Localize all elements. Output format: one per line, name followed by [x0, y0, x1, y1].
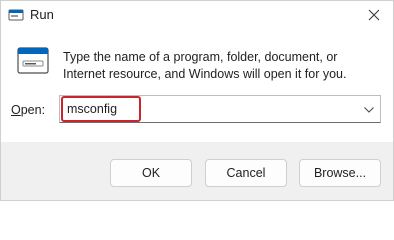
open-combobox[interactable] [59, 95, 381, 123]
window-title: Run [30, 7, 54, 22]
title-bar[interactable]: Run [1, 1, 393, 31]
close-button[interactable] [359, 2, 389, 28]
run-app-icon [8, 7, 24, 23]
dialog-description: Type the name of a program, folder, docu… [63, 50, 347, 81]
close-icon [368, 9, 380, 21]
open-label: Open: [11, 103, 45, 117]
open-label-text: pen: [20, 103, 46, 117]
ok-button[interactable]: OK [110, 159, 192, 187]
cancel-button[interactable]: Cancel [205, 159, 287, 187]
chevron-down-icon [364, 100, 374, 118]
open-input[interactable] [64, 98, 355, 120]
run-dialog-icon [17, 46, 51, 76]
run-dialog: Run Type the name of a program, folder, … [0, 0, 394, 201]
browse-button[interactable]: Browse... [299, 159, 381, 187]
open-label-accelerator: O [11, 103, 21, 117]
open-dropdown-button[interactable] [362, 103, 376, 115]
dialog-content: Type the name of a program, folder, docu… [1, 31, 393, 142]
